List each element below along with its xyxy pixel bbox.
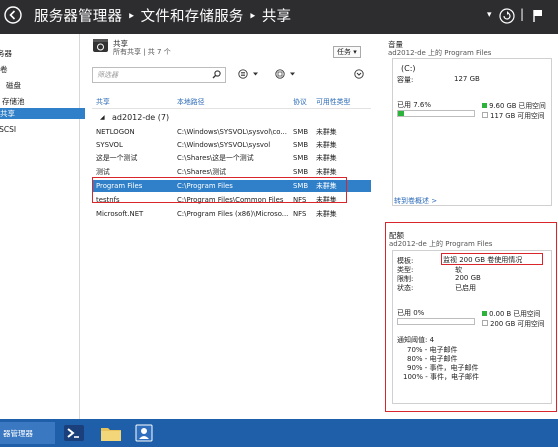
volume-used-space: 9.60 GB 已用空间 <box>489 102 546 110</box>
nav-item-disks[interactable]: 磁盘 <box>0 80 85 91</box>
volume-subtitle: ad2012-de 上的 Program Files <box>388 49 492 57</box>
taskbar-server-manager[interactable]: 器管理器 <box>0 422 55 444</box>
table-row[interactable]: 这是一个测试 C:\Shares\这是一个测试 SMB 未群集 <box>92 152 371 164</box>
breadcrumb: 服务器管理器 ‣ 文件和存储服务 ‣ 共享 <box>34 9 292 25</box>
share-path: C:\Windows\SYSVOL\sysvol <box>177 141 271 149</box>
threshold-item: 100% - 事件，电子邮件 <box>403 373 479 381</box>
tasks-label: 任务 <box>337 48 351 56</box>
used-swatch <box>482 311 487 316</box>
back-arrow-icon[interactable] <box>4 6 22 26</box>
free-swatch <box>482 320 488 326</box>
share-name: NETLOGON <box>96 128 135 136</box>
group-header[interactable]: ◢ ad2012-de (7) <box>92 112 371 124</box>
quota-subtitle: ad2012-de 上的 Program Files <box>389 240 493 248</box>
share-path: C:\Shares\这是一个测试 <box>177 154 254 162</box>
title-bar: 服务器管理器 ‣ 文件和存储服务 ‣ 共享 ▾ | <box>0 0 558 34</box>
table-row[interactable]: NETLOGON C:\Windows\SYSVOL\sysvol\co... … <box>92 126 371 138</box>
share-availability: 未群集 <box>316 210 337 218</box>
quota-free-legend: 200 GB 可用空间 <box>482 318 545 328</box>
capacity-label: 容量: <box>397 76 414 84</box>
title-separator: | <box>520 7 525 21</box>
view-options-icon[interactable] <box>238 69 262 81</box>
share-protocol: SMB <box>293 128 309 136</box>
status-value: 已启用 <box>455 284 476 292</box>
shares-subtitle: 所有共享 | 共 7 个 <box>113 48 171 56</box>
volume-usage-bar <box>397 110 475 117</box>
share-name: Microsoft.NET <box>96 210 144 218</box>
share-availability: 未群集 <box>316 128 337 136</box>
share-availability: 未群集 <box>316 154 337 162</box>
quota-card: 模板: 监视 200 GB 卷使用情况 类型: 软 限制: 200 GB 状态:… <box>392 250 552 404</box>
used-swatch <box>482 103 487 108</box>
refresh-icon[interactable] <box>499 8 515 26</box>
volume-used-legend: 9.60 GB 已用空间 <box>482 100 546 110</box>
nav-item-storage-pools[interactable]: 存储池 <box>0 96 81 107</box>
table-header: 共享 本地路径 协议 可用性类型 <box>92 96 371 109</box>
quota-free-space: 200 GB 可用空间 <box>490 320 545 328</box>
nav-item-iscsi[interactable]: iSCSI <box>0 124 76 135</box>
filter-input[interactable]: 筛选器 <box>92 67 226 83</box>
share-name: SYSVOL <box>96 141 123 149</box>
quota-usage-bar <box>397 318 475 325</box>
share-protocol: SMB <box>293 141 309 149</box>
flag-icon[interactable] <box>532 9 544 25</box>
drive-letter: (C:) <box>401 64 416 73</box>
share-availability: 未群集 <box>316 141 337 149</box>
group-options-icon[interactable] <box>275 69 299 81</box>
table-row[interactable]: SYSVOL C:\Windows\SYSVOL\sysvol SMB 未群集 <box>92 139 371 151</box>
breadcrumb-dropdown-icon[interactable]: ▾ <box>487 10 492 20</box>
col-local-path[interactable]: 本地路径 <box>177 96 289 108</box>
user-app-icon[interactable] <box>134 422 156 444</box>
volume-used-label: 已用 7.6% <box>397 101 432 109</box>
volume-usage-fill <box>398 111 404 116</box>
volume-free-legend: 117 GB 可用空间 <box>482 110 545 120</box>
powershell-icon[interactable] <box>62 422 88 444</box>
collapse-triangle-icon[interactable]: ◢ <box>100 112 105 124</box>
share-path: C:\Program Files (x86)\Microso... <box>177 210 289 218</box>
col-protocol[interactable]: 协议 <box>293 96 313 108</box>
volume-free-space: 117 GB 可用空间 <box>490 112 545 120</box>
quota-used-label: 已用 0% <box>397 309 425 317</box>
status-label: 状态: <box>397 284 414 292</box>
taskbar-label: 器管理器 <box>3 429 33 438</box>
template-value: 监视 200 GB 卷使用情况 <box>443 256 523 264</box>
capacity-value: 127 GB <box>454 75 480 83</box>
nav-item-shares[interactable]: 共享 <box>0 108 85 119</box>
file-explorer-icon[interactable] <box>99 422 125 444</box>
selection-highlight <box>92 177 347 203</box>
share-protocol: NFS <box>293 210 307 218</box>
volume-overview-link[interactable]: 转到卷概述 > <box>394 196 437 206</box>
quota-used-legend: 0.00 B 已用空间 <box>482 308 540 318</box>
col-share[interactable]: 共享 <box>96 96 174 108</box>
search-icon[interactable] <box>212 70 221 81</box>
filter-placeholder: 筛选器 <box>97 71 118 79</box>
col-availability[interactable]: 可用性类型 <box>316 96 371 108</box>
expand-chevron-icon[interactable] <box>354 69 364 81</box>
share-name: 这是一个测试 <box>96 154 138 162</box>
nav-item-server[interactable]: 务器 <box>0 48 76 59</box>
quota-used-space: 0.00 B 已用空间 <box>489 310 541 318</box>
volume-card: (C:) 容量: 127 GB 已用 7.6% 9.60 GB 已用空间 117… <box>392 58 552 206</box>
share-path: C:\Windows\SYSVOL\sysvol\co... <box>177 128 287 136</box>
nav-item-volumes[interactable]: 卷 <box>0 64 79 75</box>
thresholds-title: 通知阈值: 4 <box>397 336 435 344</box>
share-protocol: SMB <box>293 154 309 162</box>
tasks-chevron-icon: ▾ <box>353 48 357 56</box>
shares-panel-icon <box>93 39 108 52</box>
tasks-button[interactable]: 任务 ▾ <box>333 46 361 58</box>
limit-value: 200 GB <box>455 274 481 282</box>
left-navigation: 务器 卷 磁盘 存储池 共享 iSCSI <box>0 34 85 419</box>
free-swatch <box>482 112 488 118</box>
group-label: ad2012-de (7) <box>112 113 170 122</box>
table-row[interactable]: Microsoft.NET C:\Program Files (x86)\Mic… <box>92 208 371 220</box>
taskbar: 器管理器 <box>0 419 558 447</box>
